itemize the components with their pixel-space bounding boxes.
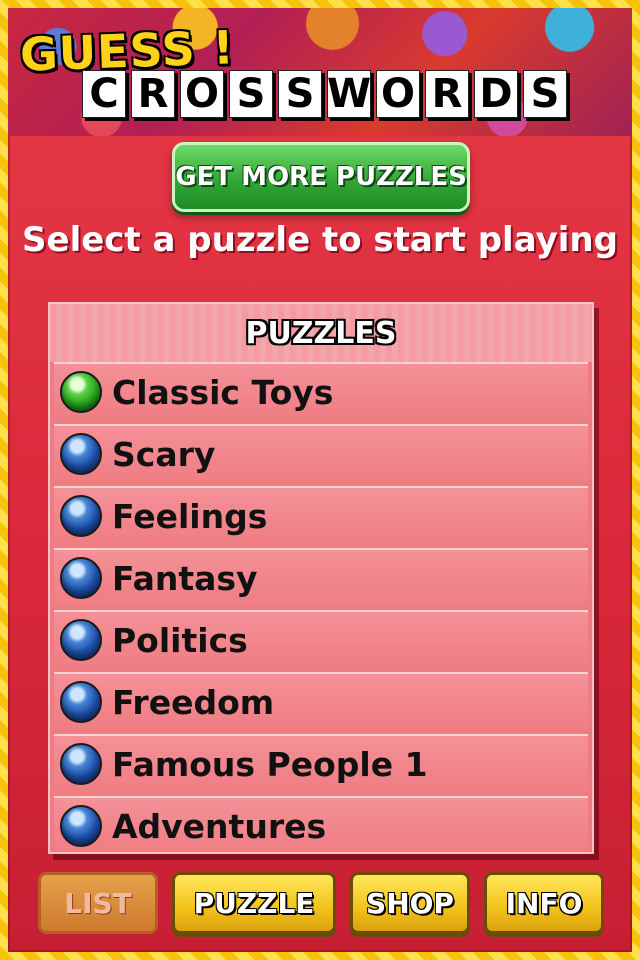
status-ball-icon — [60, 805, 102, 847]
logo-tile: R — [425, 70, 469, 118]
bottom-tab-bar: LIST PUZZLE SHOP INFO — [8, 872, 632, 936]
puzzle-list-panel[interactable]: PUZZLES Classic Toys Scary Feelings Fant… — [48, 302, 594, 854]
puzzle-label: Freedom — [112, 682, 275, 722]
puzzle-label: Politics — [112, 620, 248, 660]
status-ball-icon — [60, 557, 102, 599]
puzzle-list-item[interactable]: Fantasy — [54, 548, 588, 606]
tab-shop[interactable]: SHOP — [350, 872, 470, 934]
app-frame: GUESS ! C R O S S W O R D S GET MORE PUZ… — [8, 8, 632, 952]
puzzle-label: Adventures — [112, 806, 327, 846]
app-header: GUESS ! C R O S S W O R D S — [8, 8, 632, 136]
puzzle-label: Feelings — [112, 496, 268, 536]
puzzle-label: Classic Toys — [112, 372, 334, 412]
puzzle-list-item[interactable]: Classic Toys — [54, 362, 588, 420]
logo-tile: S — [278, 70, 322, 118]
instruction-text: Select a puzzle to start playing — [22, 220, 618, 260]
logo-tile: D — [474, 70, 518, 118]
logo-tile: S — [229, 70, 273, 118]
status-ball-icon — [60, 619, 102, 661]
puzzle-list-item[interactable]: Scary — [54, 424, 588, 482]
panel-title: PUZZLES — [50, 304, 592, 362]
get-more-puzzles-button[interactable]: GET MORE PUZZLES — [172, 142, 470, 212]
puzzle-list-item[interactable]: Feelings — [54, 486, 588, 544]
puzzle-list-item[interactable]: Politics — [54, 610, 588, 668]
tab-puzzle[interactable]: PUZZLE — [172, 872, 336, 934]
status-ball-icon — [60, 743, 102, 785]
status-ball-icon — [60, 495, 102, 537]
puzzle-label: Fantasy — [112, 558, 258, 598]
puzzle-label: Famous People 1 — [112, 744, 428, 784]
status-ball-icon — [60, 681, 102, 723]
status-ball-icon — [60, 371, 102, 413]
puzzle-list-item[interactable]: Adventures — [54, 796, 588, 852]
puzzle-list-item[interactable]: Freedom — [54, 672, 588, 730]
logo-tile: C — [82, 70, 126, 118]
status-ball-icon — [60, 433, 102, 475]
puzzle-list-item[interactable]: Famous People 1 — [54, 734, 588, 792]
puzzle-label: Scary — [112, 434, 216, 474]
logo-crosswords: C R O S S W O R D S — [82, 70, 567, 118]
logo-tile: O — [180, 70, 224, 118]
logo-tile: W — [326, 70, 372, 118]
tab-list[interactable]: LIST — [38, 872, 158, 934]
logo-tile: S — [523, 70, 567, 118]
logo-tile: R — [131, 70, 175, 118]
logo-tile: O — [376, 70, 420, 118]
tab-info[interactable]: INFO — [484, 872, 604, 934]
